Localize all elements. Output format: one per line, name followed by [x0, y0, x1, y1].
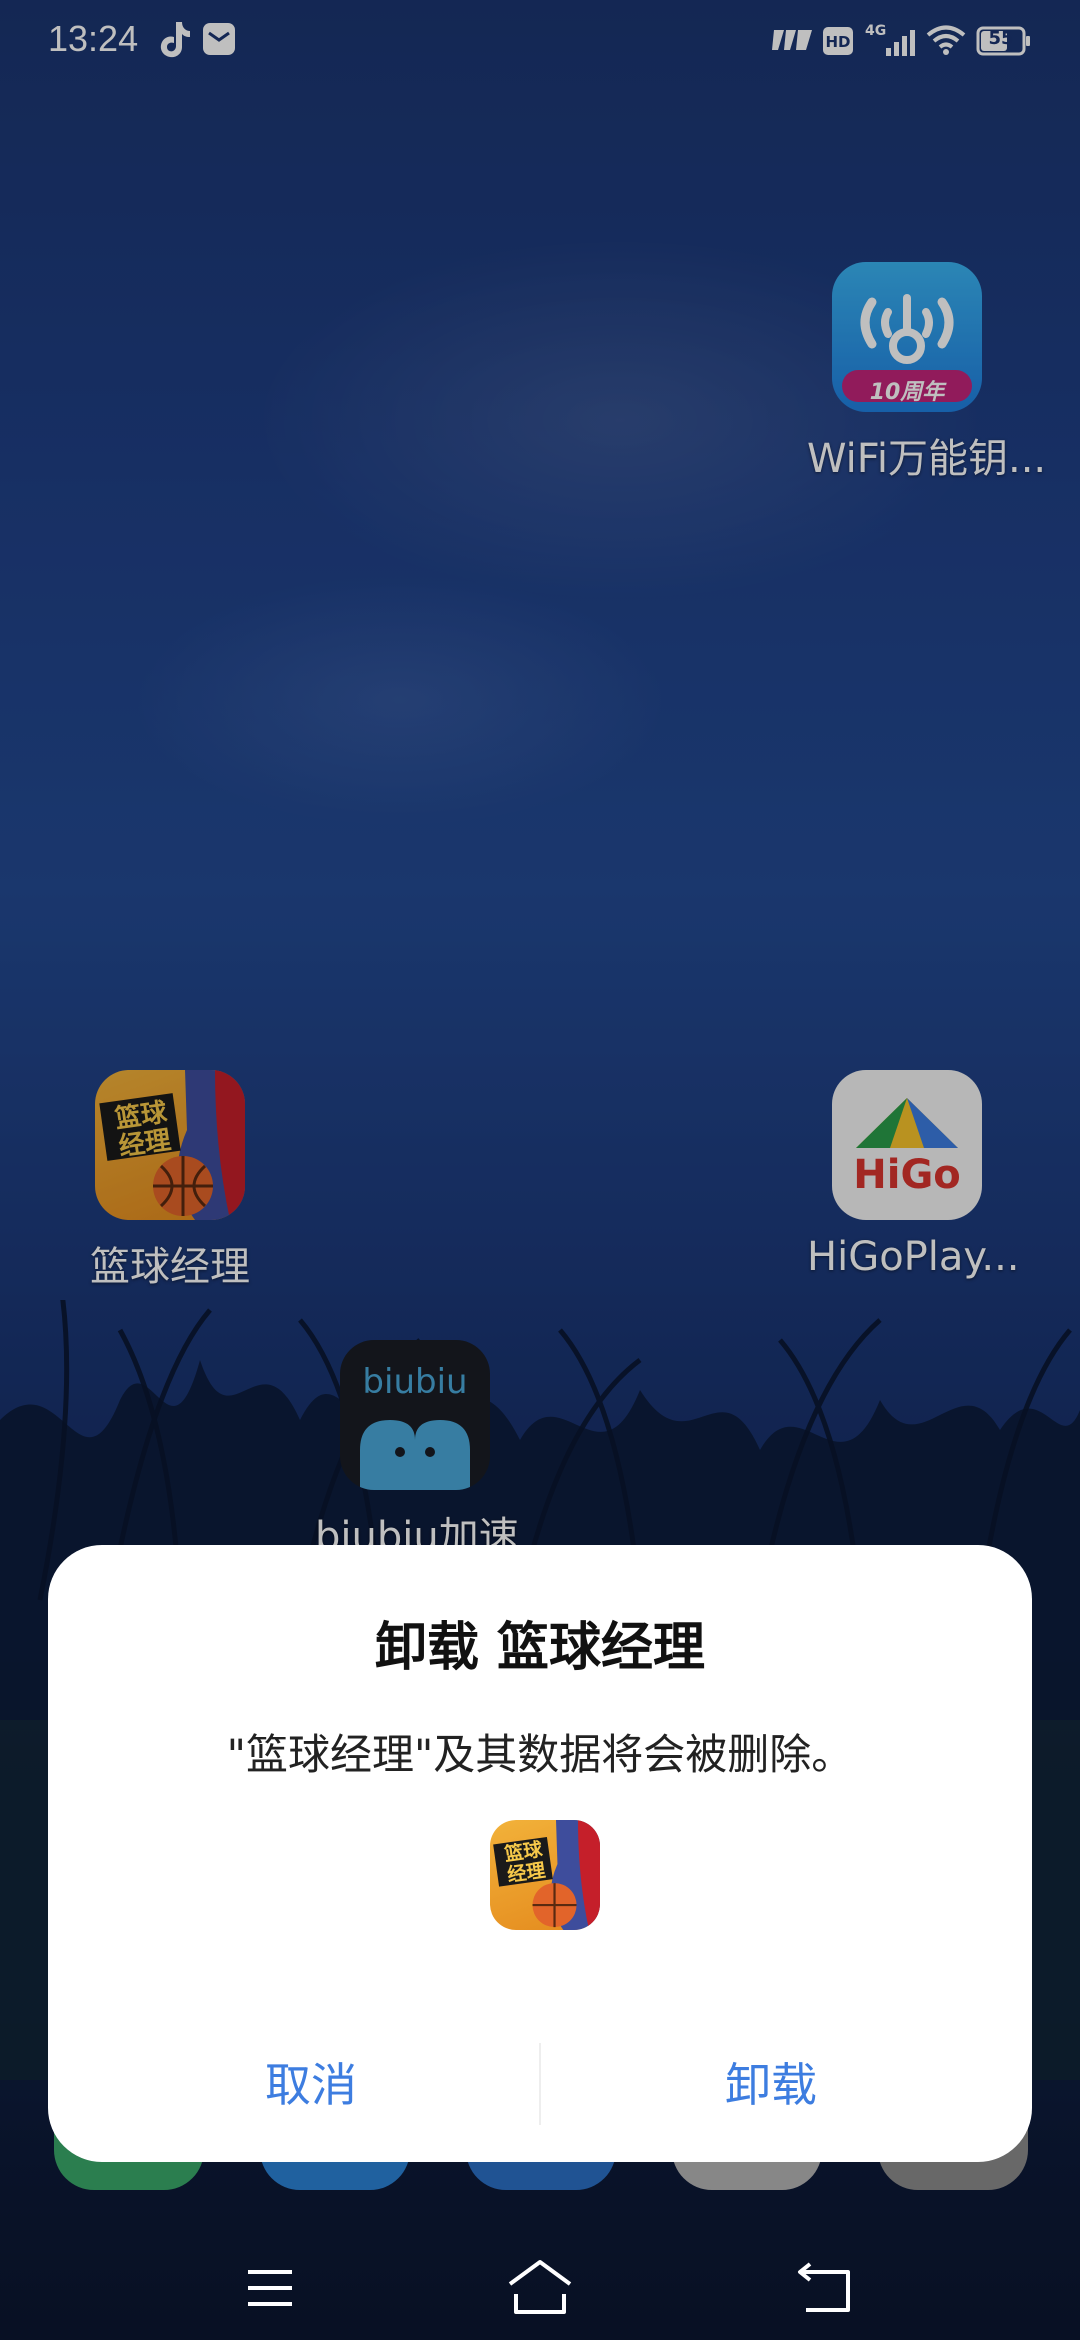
uninstall-button[interactable]: 卸载 [548, 2025, 994, 2143]
uninstall-dialog: 卸载 篮球经理 "篮球经理"及其数据将会被删除。 篮球经理 取消 卸载 [48, 1545, 1032, 2162]
icon-text: 篮球经理 [503, 1838, 547, 1887]
navigation-bar [0, 2240, 1080, 2340]
cancel-button[interactable]: 取消 [88, 2025, 534, 2143]
basketball-manager-icon: 篮球经理 [490, 1820, 600, 1930]
dialog-message: "篮球经理"及其数据将会被删除。 [226, 1730, 854, 1779]
home-icon[interactable] [480, 2250, 600, 2330]
button-divider [539, 2043, 541, 2125]
menu-icon[interactable] [210, 2250, 330, 2330]
back-icon[interactable] [764, 2250, 884, 2330]
dialog-title: 卸载 篮球经理 [374, 1618, 706, 1678]
